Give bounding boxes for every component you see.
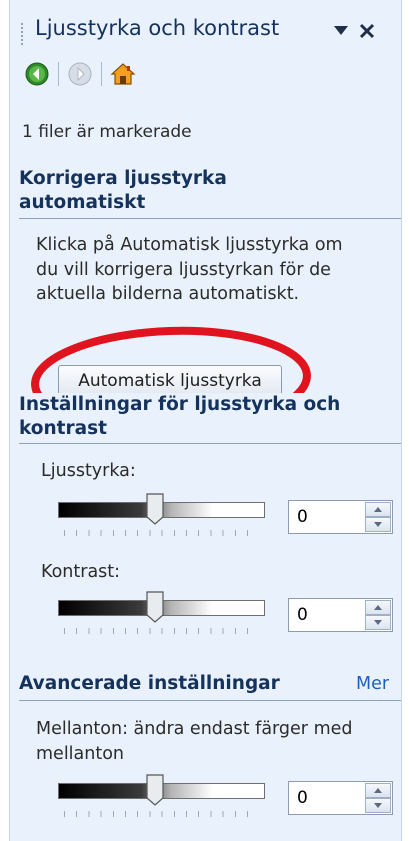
spinner-down-icon[interactable]: [365, 798, 391, 813]
dropdown-triangle-icon[interactable]: [330, 19, 352, 43]
back-arrow-icon[interactable]: [22, 59, 52, 89]
description-line: mellanton: [36, 743, 125, 764]
spinner-up-icon[interactable]: [365, 783, 391, 798]
home-icon[interactable]: [108, 59, 138, 89]
spinner-up-icon[interactable]: [365, 600, 391, 615]
auto-description: Klicka på Automatisk ljusstyrka om du vi…: [36, 233, 343, 307]
forward-arrow-icon[interactable]: [65, 59, 95, 89]
slider-ticks: [64, 628, 259, 634]
description-line: du vill korrigera ljusstyrkan för de: [36, 259, 331, 280]
spinner-down-icon[interactable]: [365, 615, 391, 630]
contrast-label: Kontrast:: [41, 562, 121, 582]
heading-line: automatiskt: [19, 192, 146, 213]
spinner-buttons: [365, 783, 391, 813]
slider-ticks: [64, 811, 259, 817]
spinner-buttons: [365, 600, 391, 630]
contrast-spinner[interactable]: 0: [288, 598, 393, 632]
spinner-up-icon[interactable]: [365, 502, 391, 517]
description-line: Mellanton: ändra endast färger med: [36, 719, 353, 739]
heading-line: Inställningar för ljusstyrka och: [19, 394, 341, 415]
pane-nav-bar: [22, 58, 138, 90]
nav-separator: [58, 62, 59, 86]
slider-thumb[interactable]: [146, 591, 164, 623]
spinner-value[interactable]: 0: [297, 507, 308, 527]
pane-title-bar: Ljusstyrka och kontrast: [10, 14, 401, 50]
pane-title: Ljusstyrka och kontrast: [35, 16, 280, 40]
task-pane: Ljusstyrka och kontrast 1 filer är marke…: [9, 0, 402, 841]
more-link[interactable]: Mer: [356, 674, 389, 694]
spinner-value[interactable]: 0: [297, 605, 308, 625]
slider-thumb[interactable]: [146, 493, 164, 525]
section-divider: [19, 218, 401, 219]
slider-thumb[interactable]: [146, 774, 164, 806]
section-heading-settings: Inställningar för ljusstyrka och kontras…: [19, 393, 341, 441]
slider-ticks: [64, 530, 259, 536]
brightness-label: Ljusstyrka:: [41, 461, 136, 481]
section-divider: [19, 443, 401, 444]
close-icon[interactable]: [356, 19, 378, 43]
nav-separator: [101, 62, 102, 86]
description-line: Klicka på Automatisk ljusstyrka om: [36, 235, 343, 255]
spinner-buttons: [365, 502, 391, 532]
description-line: aktuella bilderna automatiskt.: [36, 284, 300, 304]
brightness-spinner[interactable]: 0: [288, 500, 393, 534]
midtones-spinner[interactable]: 0: [288, 781, 393, 815]
spinner-down-icon[interactable]: [365, 517, 391, 532]
heading-line: kontrast: [19, 418, 107, 439]
section-heading-auto: Korrigera ljusstyrka automatiskt: [19, 167, 227, 215]
section-heading-advanced: Avancerade inställningar: [19, 673, 280, 694]
drag-grip-icon[interactable]: [20, 22, 24, 46]
auto-brightness-button[interactable]: Automatisk ljusstyrka: [58, 365, 282, 396]
heading-line: Korrigera ljusstyrka: [19, 168, 227, 189]
midtones-description: Mellanton: ändra endast färger med mella…: [36, 717, 353, 766]
spinner-value[interactable]: 0: [297, 788, 308, 808]
section-divider: [19, 700, 401, 701]
selection-status: 1 filer är markerade: [22, 122, 192, 142]
